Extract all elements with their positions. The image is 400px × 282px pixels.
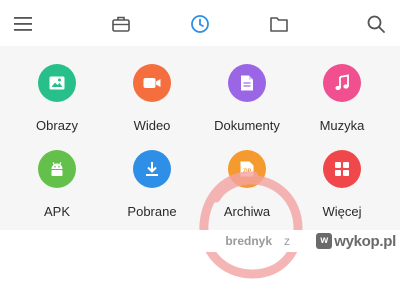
category-downloads[interactable]: Pobrane	[112, 132, 192, 219]
category-video[interactable]: Wideo	[112, 46, 192, 133]
category-apk[interactable]: APK	[17, 132, 97, 219]
grid-icon	[335, 162, 349, 176]
category-label: Więcej	[322, 204, 362, 219]
tab-files[interactable]	[266, 11, 292, 37]
hamburger-menu-icon	[14, 17, 32, 31]
clock-icon	[191, 15, 209, 33]
download-icon	[146, 162, 158, 176]
zip-icon-text: ZIP	[243, 169, 252, 175]
folder-icon	[270, 17, 288, 32]
category-icon-bg	[323, 64, 361, 102]
tab-categories[interactable]	[108, 11, 134, 37]
category-icon-bg: ZIP	[228, 150, 266, 188]
watermark-z: z	[284, 234, 290, 248]
music-icon	[335, 74, 349, 91]
category-grid: Obrazy Wideo Dokumenty Muzyka APK Pobran…	[0, 46, 400, 279]
category-icon-bg	[38, 64, 76, 102]
search-button[interactable]	[363, 11, 389, 37]
briefcase-icon	[112, 16, 130, 32]
watermark-username: brednyk	[225, 234, 272, 248]
document-icon	[241, 75, 253, 91]
search-icon	[367, 15, 385, 33]
category-music[interactable]: Muzyka	[302, 46, 382, 133]
video-icon	[143, 78, 161, 88]
wykop-logo-icon: w	[316, 233, 333, 249]
category-icon-bg	[38, 150, 76, 188]
category-icon-bg	[133, 64, 171, 102]
category-label: Archiwa	[223, 204, 271, 219]
menu-button[interactable]	[10, 11, 36, 37]
category-icon-bg	[133, 150, 171, 188]
category-documents[interactable]: Dokumenty	[207, 46, 287, 133]
wykop-logo: w wykop.pl	[316, 232, 396, 250]
zip-icon: ZIP	[240, 161, 254, 177]
category-icon-bg	[228, 64, 266, 102]
category-label: Pobrane	[127, 204, 177, 219]
android-icon	[51, 162, 63, 176]
category-label: APK	[43, 204, 70, 219]
top-toolbar	[0, 0, 400, 46]
category-archives[interactable]: ZIP Archiwa	[207, 132, 287, 219]
category-icon-bg	[323, 150, 361, 188]
watermark-bar: brednyk z w wykop.pl	[0, 230, 400, 252]
category-more[interactable]: Więcej	[302, 132, 382, 219]
tab-recent[interactable]	[187, 11, 213, 37]
category-images[interactable]: Obrazy	[17, 46, 97, 133]
image-icon	[49, 76, 65, 90]
wykop-logo-text: wykop.pl	[334, 232, 396, 250]
